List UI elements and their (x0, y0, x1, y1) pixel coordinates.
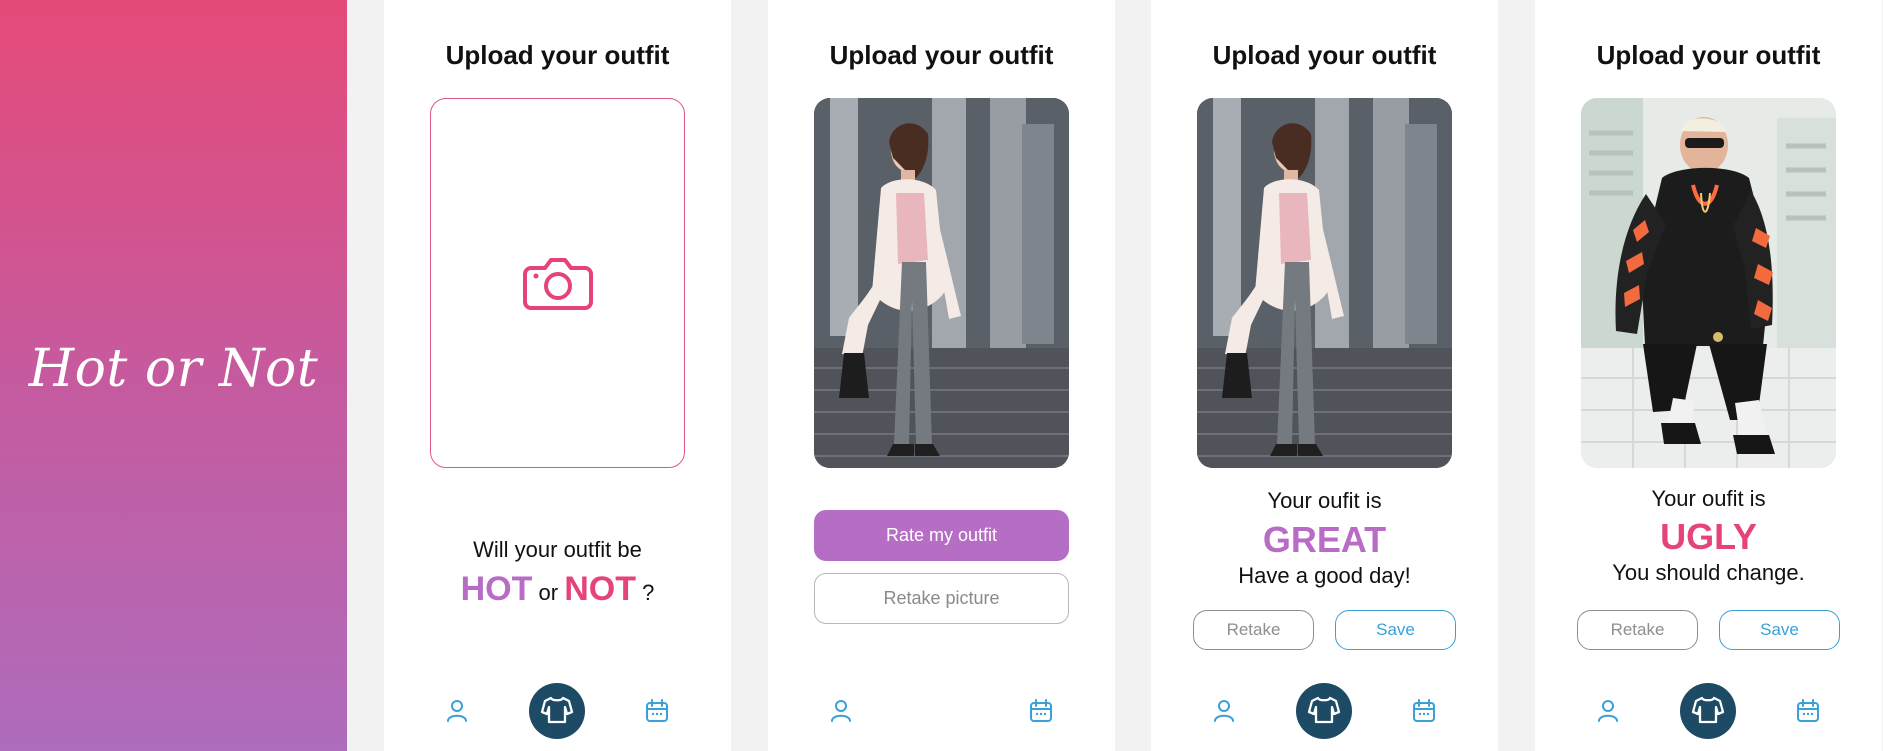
result-great: GREAT (1262, 519, 1387, 560)
calendar-icon[interactable] (643, 697, 671, 725)
profile-icon[interactable] (827, 697, 855, 725)
man-hoodie-photo (1581, 98, 1836, 468)
calendar-icon[interactable] (1794, 697, 1822, 725)
profile-icon[interactable] (1594, 697, 1622, 725)
sweater-icon (1306, 691, 1342, 732)
outfit-nav-button[interactable] (1296, 683, 1352, 739)
screen-result-ugly: Upload your outfit Your oufit is UGLY Yo… (1535, 0, 1882, 751)
sweater-icon (1690, 691, 1726, 732)
woman-coat-photo (1197, 98, 1452, 468)
not-label: NOT (564, 570, 636, 608)
question-mark: ? (642, 580, 655, 605)
question-line1: Will your outfit be (473, 537, 642, 562)
hot-label: HOT (460, 570, 533, 608)
calendar-icon[interactable] (1027, 697, 1055, 725)
woman-coat-photo (814, 98, 1069, 468)
save-button[interactable]: Save (1719, 610, 1840, 650)
result-message: You should change. (1612, 560, 1805, 585)
save-button[interactable]: Save (1335, 610, 1456, 650)
profile-icon[interactable] (1210, 697, 1238, 725)
splash-screen: Hot or Not (0, 0, 347, 751)
page-title: Upload your outfit (829, 40, 1054, 70)
retake-button[interactable]: Retake (1193, 610, 1314, 650)
sweater-icon (539, 691, 575, 732)
rate-outfit-button[interactable]: Rate my outfit (814, 510, 1069, 561)
brand-logo: Hot or Not (28, 338, 319, 399)
profile-icon[interactable] (443, 697, 471, 725)
page-title: Upload your outfit (1212, 40, 1437, 70)
retake-button[interactable]: Retake (1577, 610, 1698, 650)
calendar-icon[interactable] (1410, 697, 1438, 725)
retake-picture-button[interactable]: Retake picture (814, 573, 1069, 624)
outfit-nav-button[interactable] (1680, 683, 1736, 739)
page-title: Upload your outfit (1596, 40, 1821, 70)
or-label: or (538, 580, 559, 605)
camera-icon[interactable] (521, 254, 595, 312)
result-intro: Your oufit is (1651, 486, 1766, 511)
screen-preview: Upload your outfit Rate my outfit Retake… (768, 0, 1115, 751)
outfit-nav-button[interactable] (529, 683, 585, 739)
question-line2: HOT or NOT ? (384, 570, 731, 609)
screen-upload: Upload your outfit Will your outfit be H… (384, 0, 731, 751)
result-message: Have a good day! (1238, 563, 1411, 588)
screen-result-great: Upload your outfit Your oufit is GREAT H… (1151, 0, 1498, 751)
result-ugly: UGLY (1660, 516, 1757, 557)
upload-area[interactable] (430, 98, 685, 468)
result-intro: Your oufit is (1267, 488, 1382, 513)
page-title: Upload your outfit (445, 40, 670, 70)
